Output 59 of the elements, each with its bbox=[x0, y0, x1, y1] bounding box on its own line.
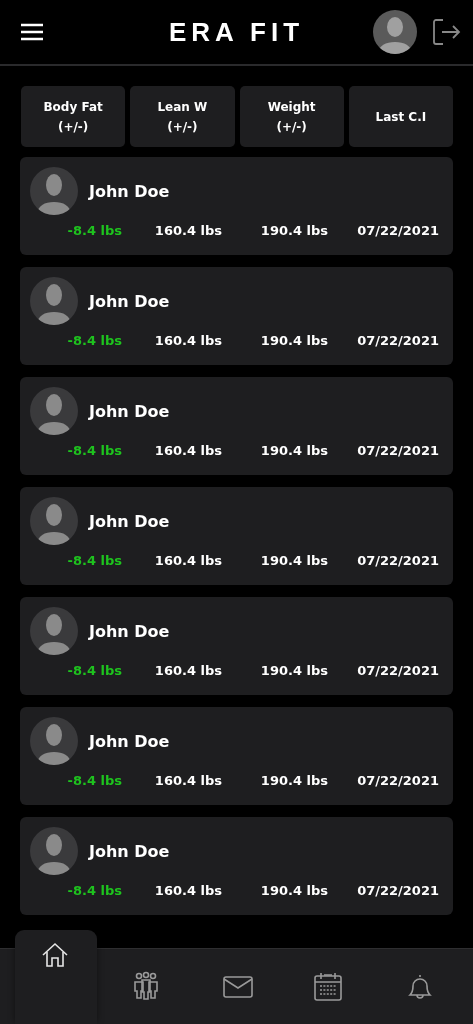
calendar-icon bbox=[312, 970, 345, 1003]
client-card[interactable]: John Doe -8.4 lbs 160.4 lbs 190.4 lbs 07/22/2021 bbox=[20, 487, 453, 585]
client-card[interactable]: John Doe -8.4 lbs 160.4 lbs 190.4 lbs 07/22/2021 bbox=[20, 377, 453, 475]
stat-value: 07/22/2021 bbox=[356, 663, 440, 678]
stat-value: 190.4 lbs bbox=[259, 443, 329, 458]
stat-value: 07/22/2021 bbox=[356, 883, 440, 898]
stat-value: 07/22/2021 bbox=[356, 333, 440, 348]
nav-tab[interactable] bbox=[14, 930, 97, 1024]
stat-value: 190.4 lbs bbox=[259, 333, 329, 348]
stat-value: -8.4 lbs bbox=[66, 443, 123, 458]
menu-icon[interactable] bbox=[20, 23, 44, 41]
avatar-icon bbox=[30, 277, 78, 325]
column-header[interactable]: Lean W (+/-) bbox=[130, 86, 235, 147]
avatar-icon bbox=[30, 607, 78, 655]
client-card[interactable]: John Doe -8.4 lbs 160.4 lbs 190.4 lbs 07/22/2021 bbox=[20, 817, 453, 915]
avatar-icon bbox=[30, 167, 78, 215]
client-name: John Doe bbox=[89, 181, 170, 201]
stat-value: 07/22/2021 bbox=[356, 223, 440, 238]
stat-value: 190.4 lbs bbox=[259, 223, 329, 238]
app-logo: ERA FIT bbox=[168, 16, 305, 48]
client-card[interactable]: John Doe -8.4 lbs 160.4 lbs 190.4 lbs 07/22/2021 bbox=[20, 707, 453, 805]
stat-value: 160.4 lbs bbox=[153, 333, 223, 348]
avatar-icon bbox=[30, 717, 78, 765]
avatar-icon bbox=[373, 10, 417, 54]
stat-value: 07/22/2021 bbox=[356, 773, 440, 788]
stat-value: 07/22/2021 bbox=[356, 443, 440, 458]
client-name: John Doe bbox=[89, 291, 170, 311]
client-name: John Doe bbox=[89, 401, 170, 421]
column-header[interactable]: Body Fat (+/-) bbox=[21, 86, 126, 147]
column-header[interactable]: Weight (+/-) bbox=[239, 86, 344, 147]
client-card[interactable]: John Doe -8.4 lbs 160.4 lbs 190.4 lbs 07/22/2021 bbox=[20, 157, 453, 255]
stat-value: 160.4 lbs bbox=[153, 883, 223, 898]
avatar-icon bbox=[30, 497, 78, 545]
client-name: John Doe bbox=[89, 731, 170, 751]
stat-value: 160.4 lbs bbox=[153, 553, 223, 568]
stat-value: 07/22/2021 bbox=[356, 553, 440, 568]
stat-value: -8.4 lbs bbox=[66, 883, 123, 898]
stat-value: -8.4 lbs bbox=[66, 333, 123, 348]
stat-value: 160.4 lbs bbox=[153, 773, 223, 788]
client-name: John Doe bbox=[89, 841, 170, 861]
stat-value: 190.4 lbs bbox=[259, 773, 329, 788]
avatar-icon bbox=[30, 387, 78, 435]
stat-value: -8.4 lbs bbox=[66, 663, 123, 678]
stat-value: 190.4 lbs bbox=[259, 553, 329, 568]
client-card[interactable]: John Doe -8.4 lbs 160.4 lbs 190.4 lbs 07/22/2021 bbox=[20, 267, 453, 365]
stat-value: -8.4 lbs bbox=[66, 553, 123, 568]
stat-value: 190.4 lbs bbox=[259, 663, 329, 678]
stat-value: 160.4 lbs bbox=[153, 663, 223, 678]
client-name: John Doe bbox=[89, 621, 170, 641]
stat-value: -8.4 lbs bbox=[66, 223, 123, 238]
stat-value: 160.4 lbs bbox=[153, 223, 223, 238]
column-header[interactable]: Last C.I bbox=[348, 86, 453, 147]
stat-value: -8.4 lbs bbox=[66, 773, 123, 788]
stat-value: 160.4 lbs bbox=[153, 443, 223, 458]
client-name: John Doe bbox=[89, 511, 170, 531]
client-card[interactable]: John Doe -8.4 lbs 160.4 lbs 190.4 lbs 07/22/2021 bbox=[20, 597, 453, 695]
avatar-icon bbox=[30, 827, 78, 875]
logout-icon[interactable] bbox=[431, 17, 461, 47]
stat-value: 190.4 lbs bbox=[259, 883, 329, 898]
